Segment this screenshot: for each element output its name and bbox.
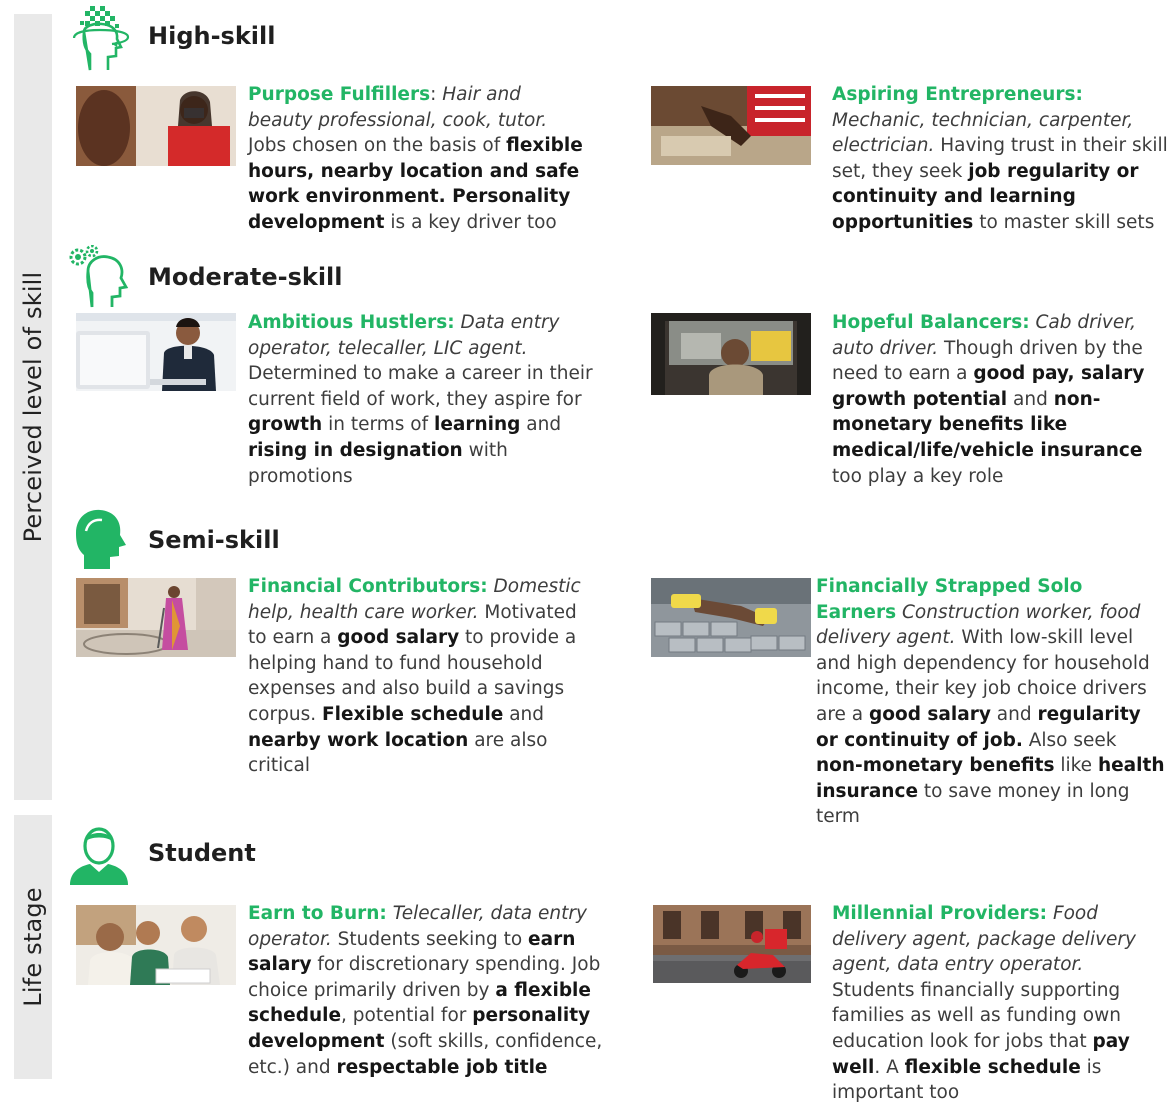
section-title-semi-skill: Semi-skill [148,526,280,554]
head-solid-icon [66,505,128,571]
photo-financial-contributors [76,578,236,657]
card-text-purpose-fulfillers: Purpose Fulfillers: Hair and beauty prof… [248,82,588,236]
persona-key-driver: learning [433,414,521,436]
persona-name: Millennial Providers: [832,903,1048,924]
photo-aspiring-entrepreneurs [651,86,811,165]
card-text-earn-to-burn: Earn to Burn: Telecaller, data entry ope… [248,901,608,1080]
persona-name: Aspiring Entrepreneurs: [832,84,1083,105]
persona-name-separator: : [430,84,437,105]
photo-earn-to-burn [76,905,236,985]
persona-key-driver: respectable job title [336,1056,548,1078]
persona-description: Students financially supporting families… [832,979,1121,1052]
section-title-moderate-skill: Moderate-skill [148,263,343,291]
student-avatar-icon [68,822,130,886]
photo-millennial-providers [653,905,811,983]
persona-key-driver: Flexible schedule [321,703,504,725]
persona-description: . A [874,1056,905,1078]
persona-key-driver: good salary [869,703,991,725]
persona-name: Earn to Burn: [248,903,387,924]
card-text-ambitious-hustlers: Ambitious Hustlers: Data entry operator,… [248,310,618,489]
persona-description: too play a key role [832,465,1004,487]
section-header-student [68,822,130,886]
section-title-high-skill: High-skill [148,22,276,50]
photo-financially-strapped-solo-earners [651,578,811,657]
photo-purpose-fulfillers [76,86,236,166]
life-stage-axis-label: Life stage [19,887,47,1007]
persona-key-driver: good salary [337,627,460,649]
life-stage-axis-bar: Life stage [14,815,52,1079]
persona-description: Also seek [1022,729,1117,751]
persona-description: in terms of [322,414,434,436]
persona-description: like [1054,755,1098,777]
persona-description: Determined to make a career in their cur… [248,363,593,410]
section-header-semi-skill [66,505,128,571]
persona-description: Students seeking to [337,928,529,950]
persona-name: Hopeful Balancers: [832,312,1030,333]
persona-key-driver: non-monetary benefits [816,755,1055,777]
persona-description: and [520,414,562,436]
card-text-millennial-providers: Millennial Providers: Food delivery agen… [832,901,1168,1106]
card-text-aspiring-entrepreneurs: Aspiring Entrepreneurs: Mechanic, techni… [832,82,1168,236]
persona-name: Purpose Fulfillers [248,84,431,105]
persona-description: and [990,703,1038,725]
persona-description: , potential for [341,1005,473,1027]
section-header-moderate-skill [66,245,130,309]
card-text-financially-strapped-solo-earners: Financially Strapped Solo Earners Constr… [816,574,1168,830]
persona-name: Financial Contributors: [248,576,488,597]
photo-ambitious-hustlers [76,313,236,391]
persona-key-driver: rising in designation [248,439,463,461]
section-header-high-skill [66,4,136,74]
card-text-hopeful-balancers: Hopeful Balancers: Cab driver, auto driv… [832,310,1168,489]
head-pixel-icon [66,4,136,74]
section-title-student: Student [148,839,256,867]
persona-key-driver: nearby work location [248,729,469,751]
persona-description: is a key driver too [384,211,557,233]
skill-axis-bar: Perceived level of skill [14,14,52,800]
card-text-financial-contributors: Financial Contributors: Domestic help, h… [248,574,588,779]
persona-description: Jobs chosen on the basis of [248,135,507,157]
persona-description: to master skill sets [973,211,1155,233]
skill-axis-label: Perceived level of skill [19,271,47,543]
persona-description: and [503,703,545,725]
persona-name: Ambitious Hustlers: [248,312,455,333]
persona-key-driver: growth [248,414,323,436]
photo-hopeful-balancers [651,313,811,395]
persona-description: and [1007,388,1054,410]
persona-key-driver: flexible schedule [904,1056,1081,1078]
head-gears-icon [66,245,130,309]
